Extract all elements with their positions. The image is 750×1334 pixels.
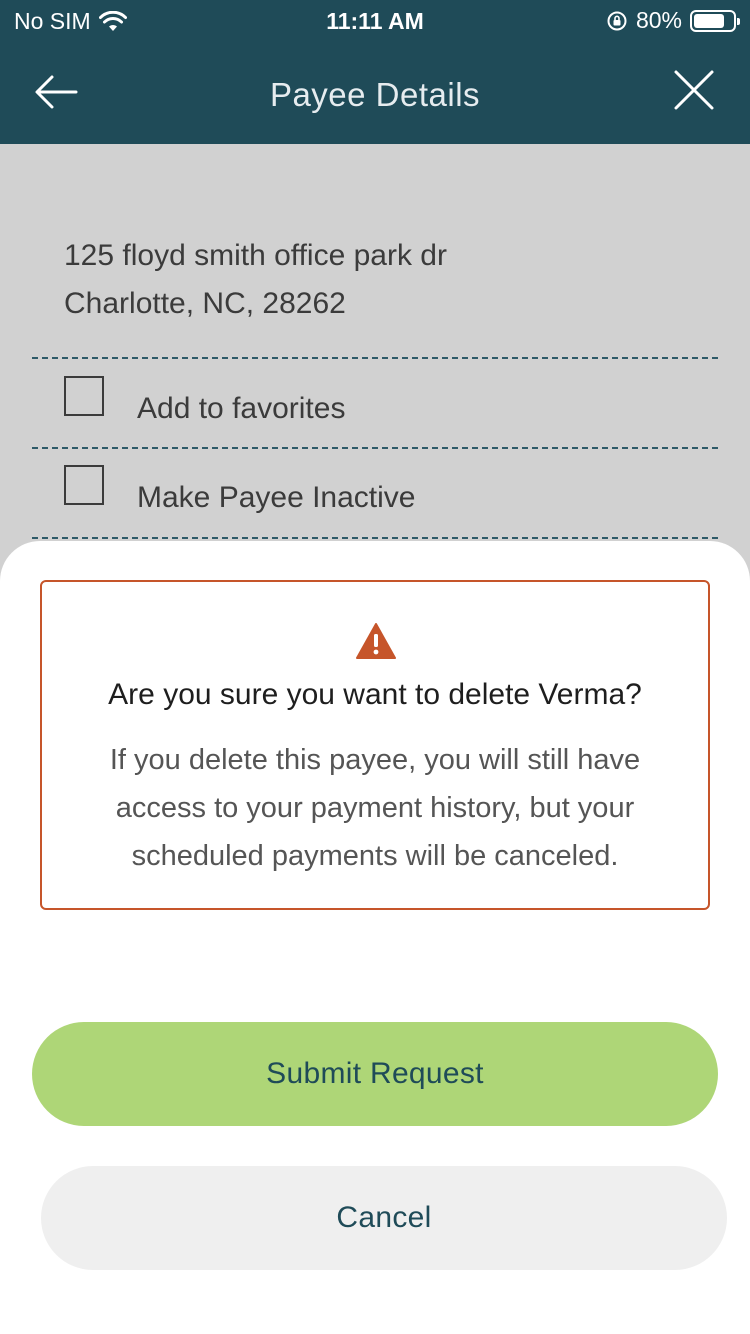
inactive-option[interactable]: Make Payee Inactive <box>64 465 704 525</box>
favorites-checkbox[interactable] <box>64 376 104 416</box>
delete-confirmation-sheet: Are you sure you want to delete Verma? I… <box>0 541 750 1334</box>
submit-request-button[interactable]: Submit Request <box>32 1022 718 1126</box>
favorites-option[interactable]: Add to favorites <box>64 376 704 436</box>
status-right: 80% <box>606 7 740 34</box>
battery-level <box>694 13 725 28</box>
inactive-checkbox[interactable] <box>64 465 104 505</box>
payee-address: 125 floyd smith office park dr Charlotte… <box>64 232 447 328</box>
warning-icon <box>356 623 396 659</box>
address-line-2: Charlotte, NC, 28262 <box>64 287 346 320</box>
page-title: Payee Details <box>269 76 481 113</box>
inactive-label: Make Payee Inactive <box>137 481 416 514</box>
divider <box>32 447 718 449</box>
close-icon[interactable] <box>670 66 718 114</box>
divider <box>32 357 718 359</box>
divider <box>32 537 718 539</box>
status-bar: No SIM 11:11 AM 80% <box>0 0 750 40</box>
orientation-lock-icon <box>607 11 627 30</box>
favorites-label: Add to favorites <box>137 392 346 425</box>
cancel-button[interactable]: Cancel <box>41 1166 727 1270</box>
address-line-1: 125 floyd smith office park dr <box>64 239 447 272</box>
battery-percent: 80% <box>635 7 682 33</box>
warning-message: If you delete this payee, you will still… <box>109 744 641 872</box>
battery-icon <box>690 9 740 32</box>
warning-title: Are you sure you want to delete Verma? <box>108 678 642 711</box>
warning-box: Are you sure you want to delete Verma? I… <box>40 580 710 910</box>
nav-bar: Payee Details <box>0 40 750 144</box>
